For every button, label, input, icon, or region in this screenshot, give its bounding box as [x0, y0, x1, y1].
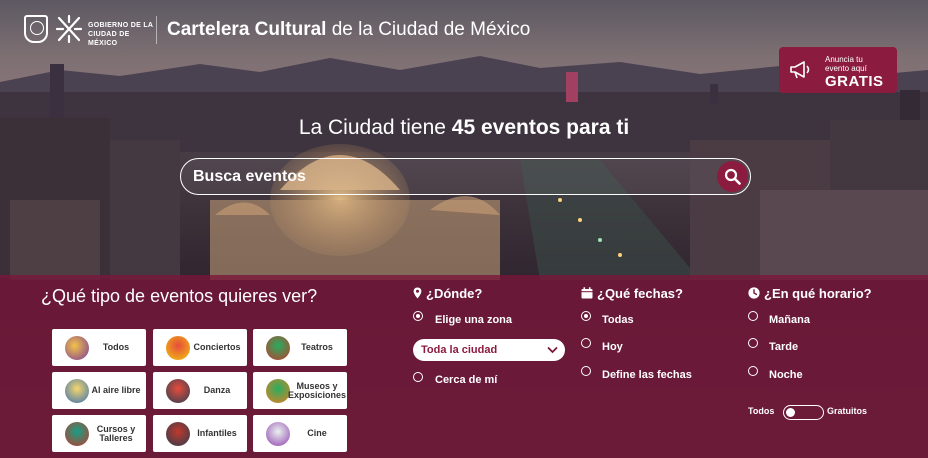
site-title-rest: de la Ciudad de México: [326, 19, 531, 40]
conciertos-icon: [166, 336, 190, 360]
radio-near-me[interactable]: [413, 372, 423, 382]
toggle-right-label: Gratuitos: [827, 406, 868, 416]
when-title: ¿Qué fechas?: [597, 286, 683, 301]
site-header: Gobierno de la Ciudad de México Carteler…: [0, 0, 928, 93]
radio-zone[interactable]: [413, 311, 423, 321]
schedule-title: ¿En qué horario?: [764, 286, 872, 301]
aire-libre-icon: [65, 379, 89, 403]
header-divider: [156, 16, 157, 44]
zone-select[interactable]: Toda la ciudad: [413, 339, 565, 361]
option-zone-label: Elige una zona: [435, 314, 513, 326]
category-label: Infantiles: [197, 428, 237, 438]
hero-title: La Ciudad tiene 45 eventos para ti: [0, 116, 928, 140]
search-button[interactable]: [717, 161, 748, 192]
where-title: ¿Dónde?: [426, 286, 483, 301]
category-conciertos[interactable]: Conciertos: [153, 329, 247, 366]
hero-prefix: La Ciudad tiene: [298, 116, 452, 139]
category-label: Danza: [203, 385, 231, 395]
when-heading: ¿Qué fechas?: [581, 286, 683, 301]
radio-dates-all[interactable]: [581, 311, 591, 321]
category-cine[interactable]: Cine: [253, 415, 347, 452]
schedule-heading: ¿En qué horario?: [748, 286, 872, 301]
toggle-knob: [786, 407, 795, 417]
clock-icon: [748, 287, 760, 299]
option-night-label: Noche: [769, 369, 803, 381]
where-heading: ¿Dónde?: [413, 286, 482, 301]
search-input[interactable]: [193, 165, 713, 189]
gov-line-1: Gobierno de la: [88, 22, 154, 29]
option-afternoon-label: Tarde: [769, 341, 799, 353]
danza-icon: [166, 379, 190, 403]
zone-select-value: Toda la ciudad: [421, 344, 498, 356]
radio-night[interactable]: [748, 366, 758, 376]
category-label: Todos: [102, 342, 130, 352]
announce-event-button[interactable]: Anuncia tu evento aquí GRATIS: [779, 47, 897, 93]
radio-dates-custom[interactable]: [581, 366, 591, 376]
gov-line-2: Ciudad de México: [88, 31, 130, 47]
category-infantiles[interactable]: Infantiles: [153, 415, 247, 452]
cine-icon: [266, 422, 290, 446]
option-near-me-label: Cerca de mí: [435, 374, 498, 386]
option-dates-today-label: Hoy: [602, 341, 623, 353]
announce-line-2: evento aquí: [825, 64, 867, 73]
toggle-left-label: Todos: [748, 406, 775, 416]
search-icon: [724, 168, 741, 185]
option-dates-all-label: Todas: [602, 314, 634, 326]
todos-icon: [65, 336, 89, 360]
category-cursos[interactable]: Cursos y Talleres: [52, 415, 146, 452]
category-danza[interactable]: Danza: [153, 372, 247, 409]
free-events-toggle[interactable]: [783, 405, 824, 420]
museos-icon: [266, 379, 290, 403]
site-title-bold: Cartelera Cultural: [167, 19, 327, 40]
radio-afternoon[interactable]: [748, 338, 758, 348]
site-title[interactable]: Cartelera Cultural de la Ciudad de Méxic…: [167, 19, 530, 41]
radio-morning[interactable]: [748, 311, 758, 321]
location-pin-icon: [413, 287, 422, 299]
option-morning-label: Mañana: [769, 314, 810, 326]
cdmx-logo-icon[interactable]: [55, 14, 83, 44]
infantiles-icon: [166, 422, 190, 446]
category-label: Cine: [307, 428, 327, 438]
category-museos[interactable]: Museos y Exposiciones: [253, 372, 347, 409]
category-teatros[interactable]: Teatros: [253, 329, 347, 366]
chevron-down-icon: [547, 347, 558, 354]
megaphone-icon: [790, 61, 810, 79]
radio-dates-today[interactable]: [581, 338, 591, 348]
announce-line-1: Anuncia tu: [825, 55, 863, 64]
announce-big-text: GRATIS: [825, 73, 884, 90]
government-label: Gobierno de la Ciudad de México: [88, 21, 158, 48]
teatros-icon: [266, 336, 290, 360]
calendar-icon: [581, 287, 593, 299]
category-label: Conciertos: [193, 342, 241, 352]
category-todos[interactable]: Todos: [52, 329, 146, 366]
category-label: Museos y Exposiciones: [287, 380, 347, 400]
search-bar: [180, 158, 751, 195]
category-label: Teatros: [301, 342, 333, 352]
category-label: Al aire libre: [91, 385, 141, 395]
cursos-icon: [65, 422, 89, 446]
city-crest-icon[interactable]: [24, 15, 48, 43]
category-aire-libre[interactable]: Al aire libre: [52, 372, 146, 409]
option-dates-custom-label: Define las fechas: [602, 369, 692, 381]
announce-small-text: Anuncia tu evento aquí: [825, 55, 867, 73]
category-label: Cursos y Talleres: [96, 423, 136, 443]
hero-highlight: 45 eventos para ti: [451, 116, 630, 139]
event-type-title: ¿Qué tipo de eventos quieres ver?: [41, 286, 318, 306]
